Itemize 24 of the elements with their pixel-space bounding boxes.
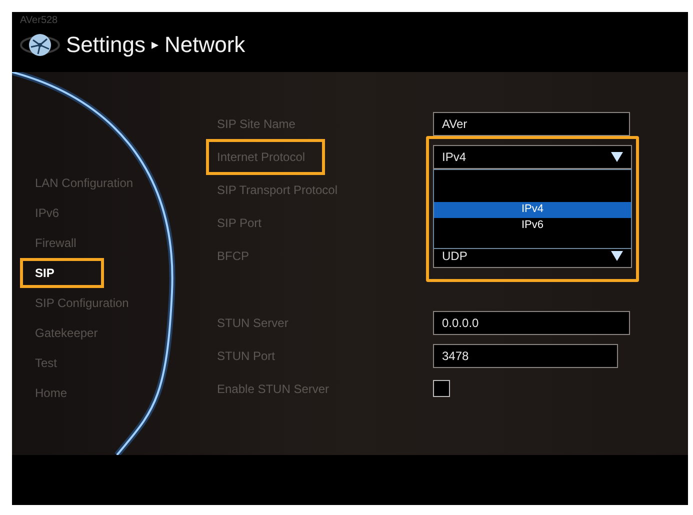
dropdown-option[interactable]: IPv6: [434, 218, 631, 234]
device-name: AVer528: [20, 16, 59, 26]
caret-icon: [611, 152, 623, 162]
breadcrumb-separator: ▸: [152, 35, 158, 54]
dropdown-value: IPv4: [442, 148, 466, 166]
field-label: Internet Protocol: [206, 138, 325, 174]
dropdown-value: UDP: [442, 248, 468, 264]
section-title: Network: [164, 31, 246, 59]
field-label: Enable STUN Server: [216, 380, 330, 398]
text-field[interactable]: 0.0.0.0: [433, 310, 630, 334]
page-title: Settings: [66, 31, 146, 59]
field-label: STUN Server: [216, 314, 290, 332]
field-label: BFCP: [216, 248, 250, 264]
dropdown-option[interactable]: IPv4: [434, 202, 631, 218]
dropdown[interactable]: IPv4: [433, 144, 632, 168]
field-label: SIP Port: [216, 214, 262, 232]
text-field[interactable]: 3478: [433, 344, 618, 368]
caret-icon: [611, 250, 623, 260]
checkbox[interactable]: [433, 380, 450, 397]
field-label: STUN Port: [216, 348, 276, 364]
field-label: SIP Site Name: [216, 116, 296, 132]
field-label: SIP Transport Protocol: [216, 182, 339, 198]
text-field[interactable]: AVer: [433, 112, 630, 136]
sidebar-item[interactable]: SIP: [20, 258, 104, 288]
